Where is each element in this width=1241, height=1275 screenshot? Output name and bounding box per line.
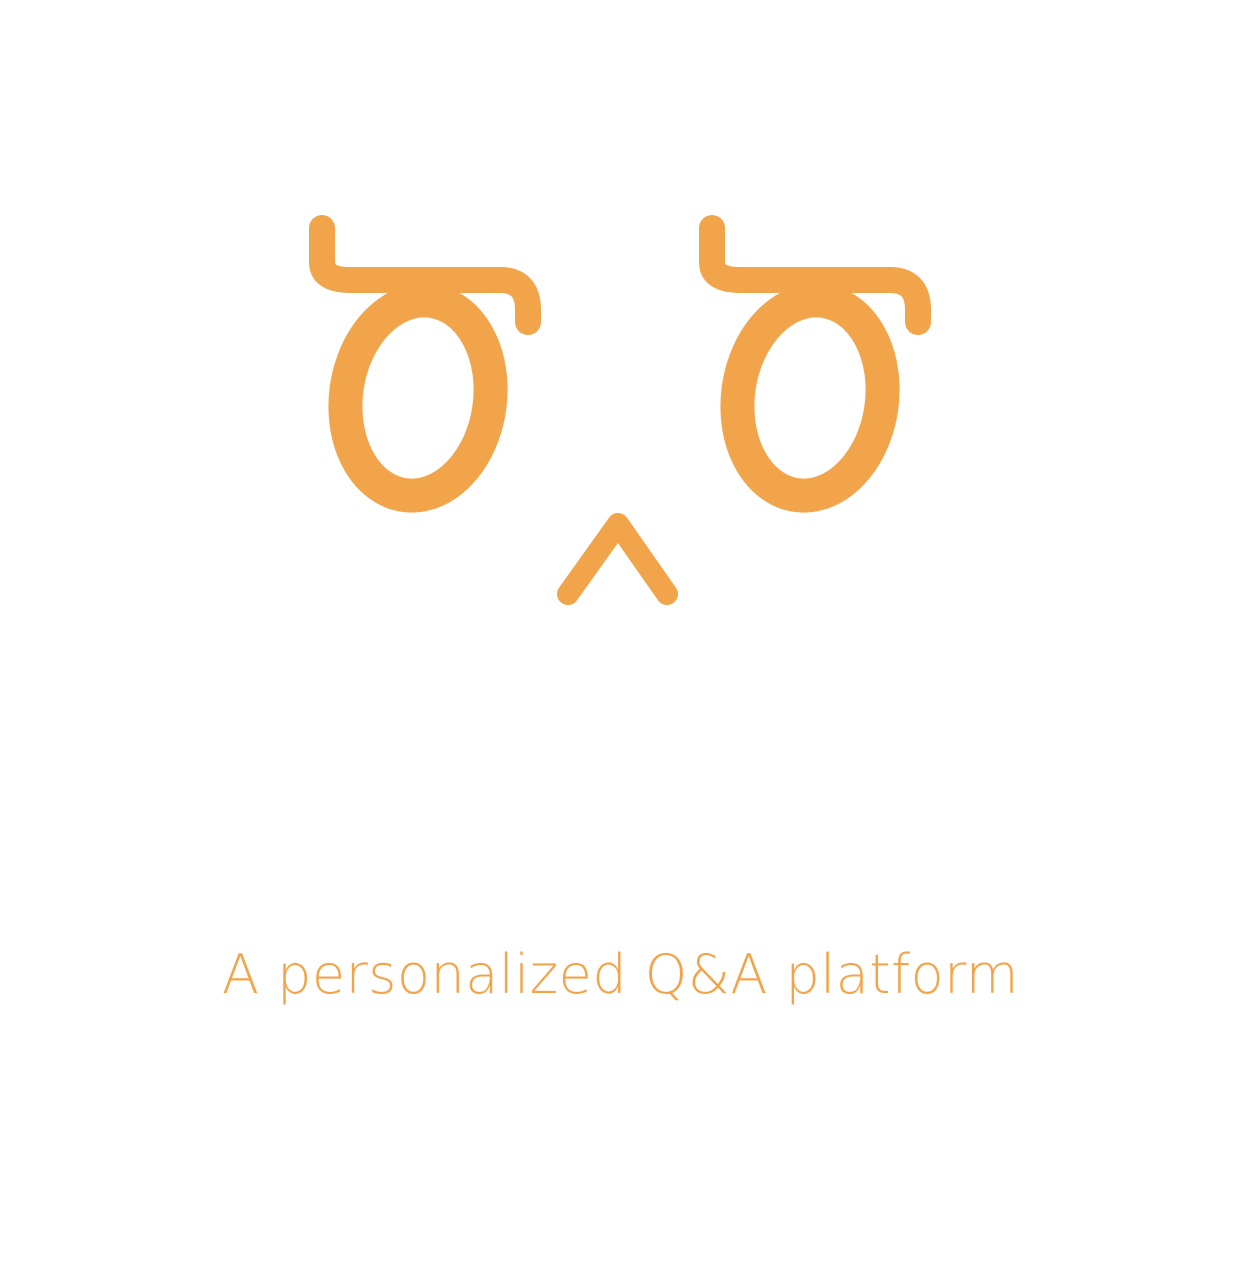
splash-screen: A personalized Q&A platform <box>0 0 1241 1275</box>
owl-face-icon <box>309 215 931 605</box>
owl-beak-icon <box>557 513 678 605</box>
owl-right-eye-icon <box>699 215 931 513</box>
owl-left-eye-icon <box>309 215 541 513</box>
tagline: A personalized Q&A platform <box>222 943 1019 1006</box>
